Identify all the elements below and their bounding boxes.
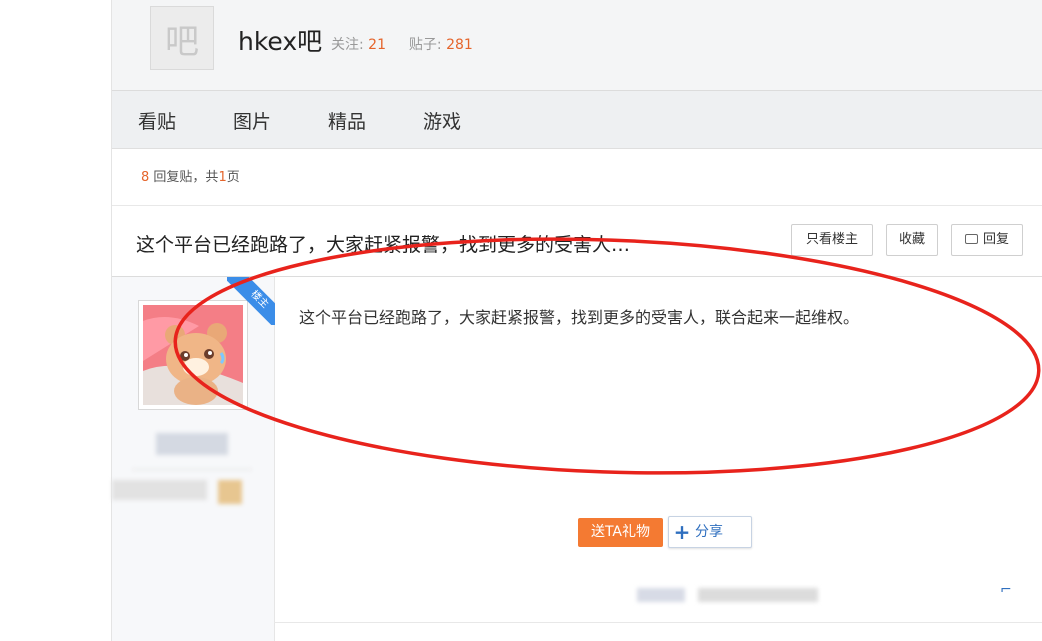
page-suffix: 页 [226, 170, 240, 185]
level-badge-blurred [218, 480, 242, 504]
thread-title-bar: 这个平台已经跑路了，大家赶紧报警，找到更多的受害人… 只看楼主 收藏 回复 [112, 205, 1042, 277]
thread-title: 这个平台已经跑路了，大家赶紧报警，找到更多的受害人… [136, 234, 631, 256]
tab-view-posts[interactable]: 看贴 [138, 107, 176, 134]
share-button-label: 分享 [695, 524, 723, 540]
reply-count-icon[interactable]: ⌐ [1000, 582, 1012, 598]
comment-icon [964, 233, 978, 244]
page-count: 1 [218, 170, 227, 185]
reply-button-label: 回复 [982, 232, 1009, 247]
forum-header: 吧 hkex吧 关注: 21 贴子: 281 [112, 0, 1042, 91]
plus-icon: + [673, 520, 691, 544]
post-time-blurred [698, 588, 818, 602]
username-blurred [156, 433, 228, 455]
posts-count: 281 [446, 37, 473, 53]
only-author-button[interactable]: 只看楼主 [791, 224, 873, 256]
tab-featured[interactable]: 精品 [328, 107, 366, 134]
favorite-button[interactable]: 收藏 [886, 224, 938, 256]
reply-count-bar: 8 回复贴，共1页 [141, 166, 240, 185]
tab-games[interactable]: 游戏 [423, 107, 461, 134]
author-column [112, 277, 275, 641]
divider [132, 469, 252, 470]
share-button[interactable]: + 分享 [668, 516, 752, 548]
reply-count: 8 [141, 170, 150, 185]
page-container: 吧 hkex吧 关注: 21 贴子: 281 看贴 图片 精品 游戏 8 回复贴… [111, 0, 1042, 641]
post-bottom-divider [274, 622, 1042, 623]
post-content: 这个平台已经跑路了，大家赶紧报警，找到更多的受害人，联合起来一起维权。 [299, 308, 860, 327]
tab-images[interactable]: 图片 [233, 107, 271, 134]
post-meta-blurred [637, 588, 685, 602]
forum-name[interactable]: hkex吧 [238, 22, 322, 58]
author-badge-label: 楼主 [227, 277, 275, 325]
posts-label: 贴子: [408, 37, 442, 53]
send-gift-button[interactable]: 送TA礼物 [578, 518, 663, 547]
user-level-blurred [112, 480, 207, 500]
author-corner-badge: 楼主 [227, 277, 275, 325]
reply-button[interactable]: 回复 [951, 224, 1023, 256]
follow-label: 关注: [331, 37, 364, 53]
forum-logo[interactable]: 吧 [150, 6, 214, 70]
forum-stats: 关注: 21 贴子: 281 [331, 34, 473, 54]
forum-nav: 看贴 图片 精品 游戏 [112, 91, 1042, 149]
reply-count-text: 回复贴，共 [153, 170, 219, 185]
follow-count: 21 [368, 37, 386, 53]
